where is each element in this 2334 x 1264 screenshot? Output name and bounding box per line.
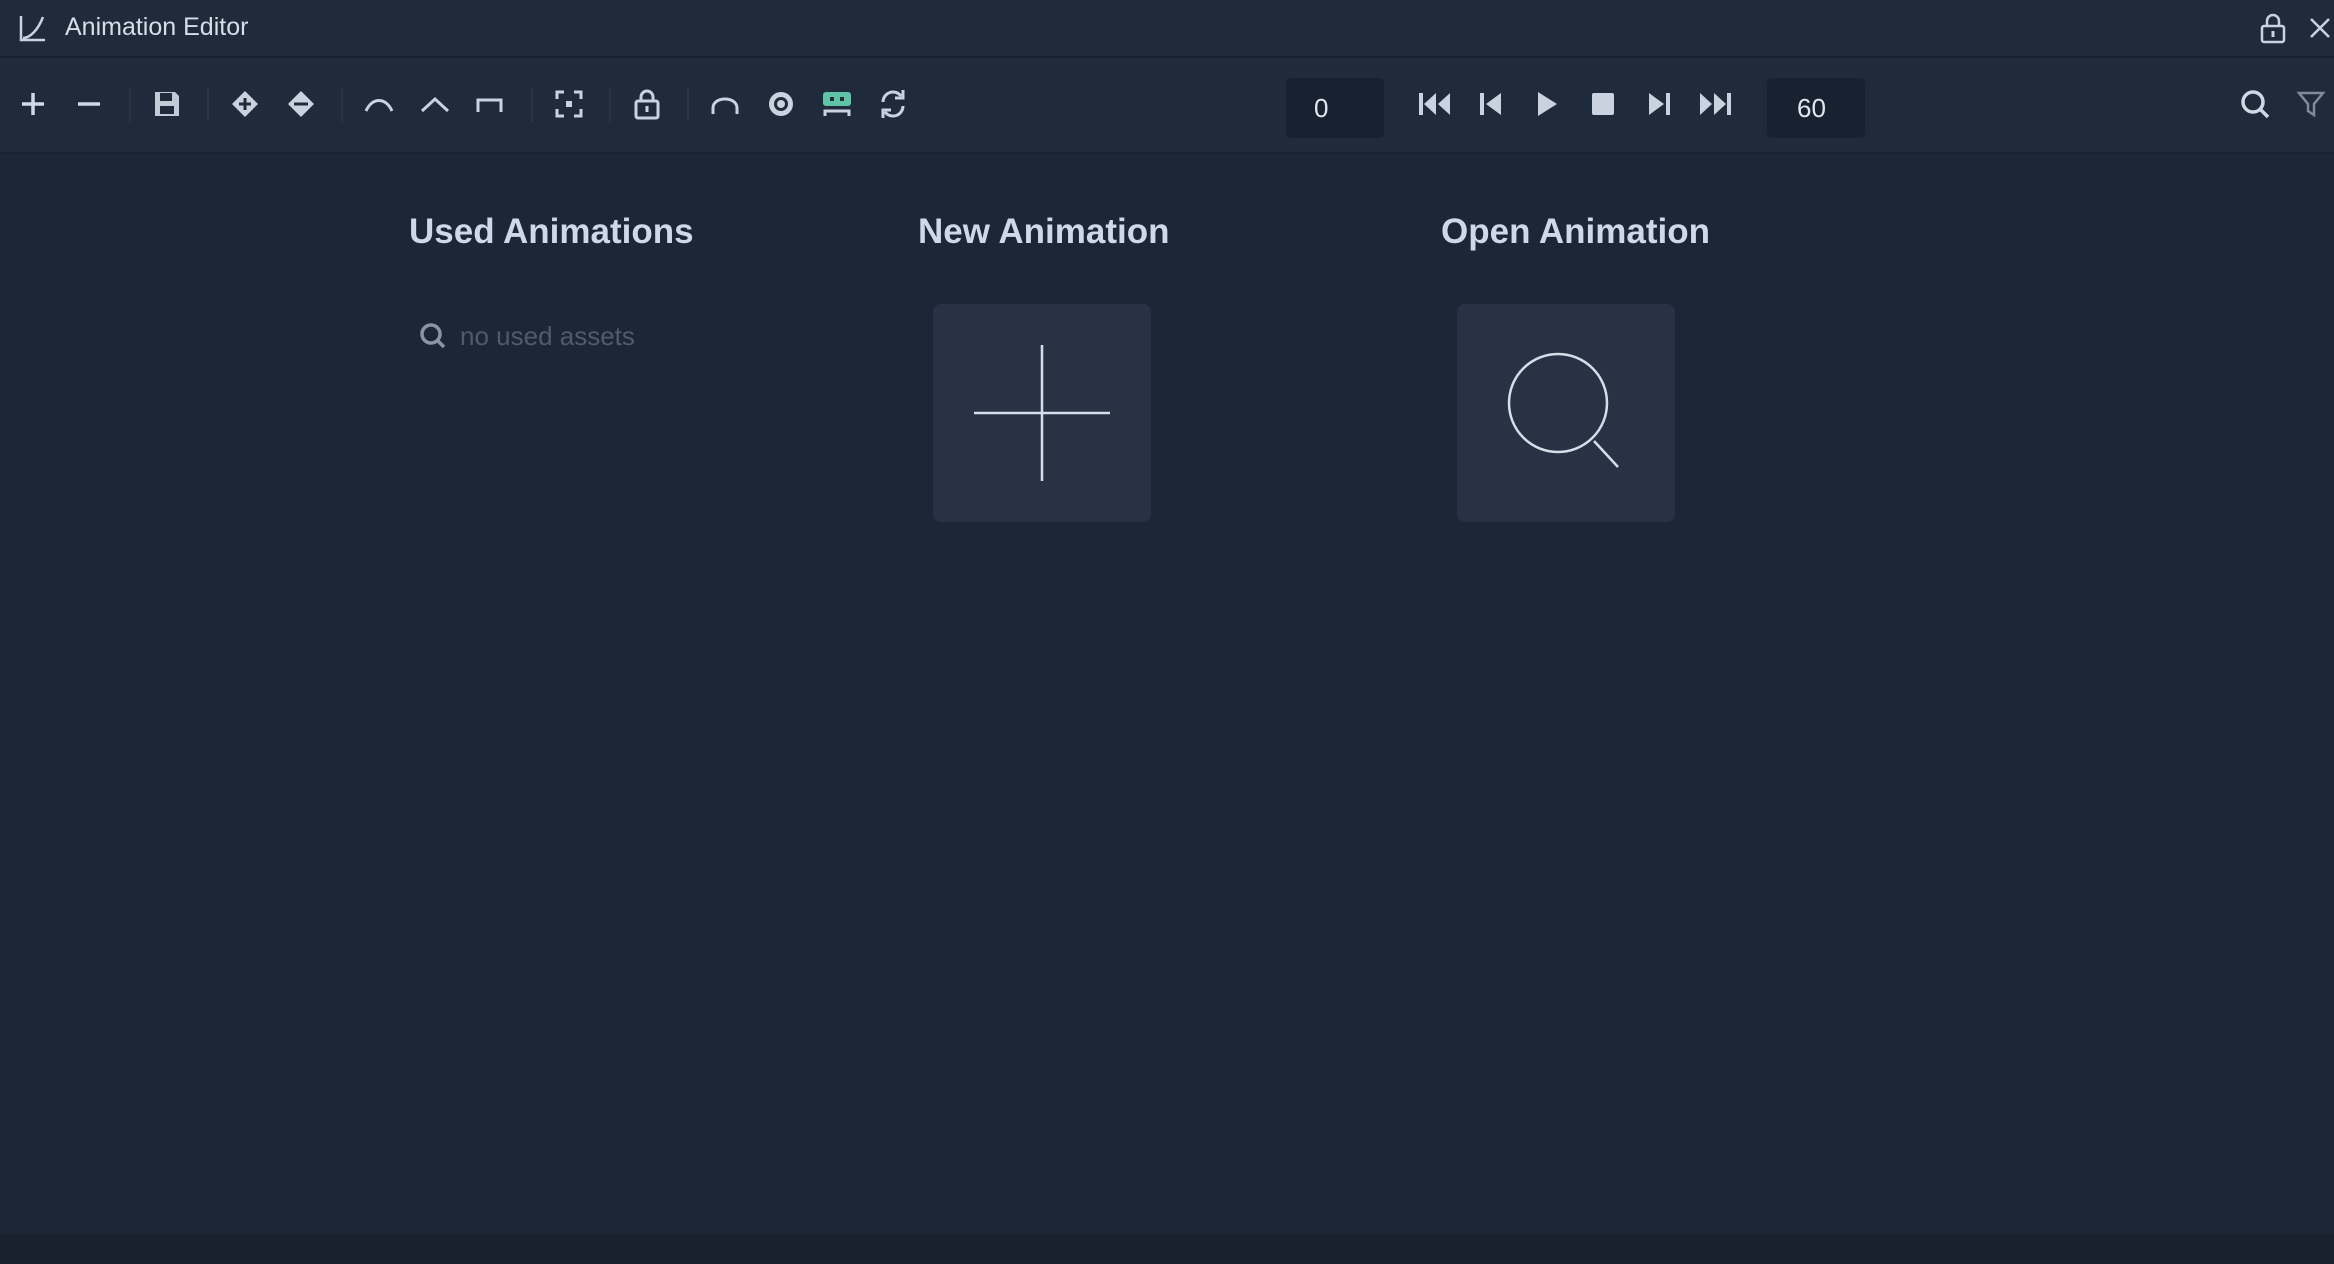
last-frame-button[interactable]: [1693, 82, 1737, 126]
first-frame-button[interactable]: [1413, 82, 1457, 126]
curve-edit-button[interactable]: [703, 82, 747, 126]
lock-icon[interactable]: [2258, 12, 2288, 44]
loop-icon: [881, 90, 905, 118]
preview-robot-button[interactable]: [815, 82, 859, 126]
toolbar-separator: [207, 88, 209, 122]
frame-selection-icon: [555, 90, 583, 118]
lock-icon: [634, 89, 660, 120]
open-animation-title: Open Animation: [1441, 212, 1710, 251]
search-icon: [2241, 90, 2270, 119]
new-animation-button[interactable]: [933, 304, 1151, 522]
close-icon[interactable]: [2308, 16, 2332, 40]
search-icon: [1507, 352, 1619, 468]
next-frame-button[interactable]: [1637, 82, 1681, 126]
title-bar: Animation Editor: [0, 0, 2334, 58]
play-icon: [1538, 92, 1557, 116]
window-title: Animation Editor: [65, 13, 249, 41]
current-frame-input[interactable]: 0: [1286, 78, 1384, 138]
stop-button[interactable]: [1581, 82, 1625, 126]
toolbar-separator: [687, 88, 689, 122]
lock-keys-button[interactable]: [625, 82, 669, 126]
plus-icon: [974, 345, 1110, 481]
last-frame-icon: [1700, 93, 1731, 115]
used-animations-title: Used Animations: [409, 212, 694, 251]
curve-edit-icon: [711, 97, 739, 114]
loop-button[interactable]: [871, 82, 915, 126]
toolbar-separator: [531, 88, 533, 122]
toolbar-separator: [129, 88, 131, 122]
remove-keyframe-icon: [288, 91, 314, 117]
animation-curve-icon: [19, 16, 45, 42]
stop-icon: [1592, 93, 1614, 115]
end-frame-input[interactable]: 60: [1767, 78, 1865, 138]
filter-button[interactable]: [2289, 82, 2333, 126]
toolbar: 0 60: [0, 58, 2334, 154]
filter-icon: [2296, 91, 2326, 118]
curve-linear-icon: [420, 96, 450, 113]
step-tangent-button[interactable]: [469, 82, 513, 126]
empty-state-text: no used assets: [460, 320, 635, 351]
new-animation-title: New Animation: [918, 212, 1170, 251]
add-keyframe-button[interactable]: [223, 82, 267, 126]
curve-step-icon: [476, 98, 503, 112]
previous-frame-icon: [1480, 93, 1501, 115]
toolbar-separator: [609, 88, 611, 122]
open-animation-button[interactable]: [1457, 304, 1675, 522]
first-frame-icon: [1419, 93, 1450, 115]
remove-button[interactable]: [67, 82, 111, 126]
previous-frame-button[interactable]: [1469, 82, 1513, 126]
used-animations-empty-state: no used assets: [418, 319, 635, 353]
status-bar: [0, 1234, 2334, 1264]
frame-selection-button[interactable]: [547, 82, 591, 126]
main-panel: Used Animations no used assets New Anima…: [0, 154, 2334, 1234]
toolbar-separator: [341, 88, 343, 122]
search-icon: [420, 323, 446, 349]
add-icon: [22, 93, 44, 115]
play-button[interactable]: [1525, 82, 1569, 126]
visibility-button[interactable]: [759, 82, 803, 126]
next-frame-icon: [1649, 93, 1670, 115]
remove-icon: [78, 102, 100, 106]
visibility-icon: [769, 92, 793, 116]
linear-tangent-button[interactable]: [413, 82, 457, 126]
animation-editor-window: Animation Editor 0 60 Used Animations no…: [0, 0, 2334, 1264]
remove-keyframe-button[interactable]: [279, 82, 323, 126]
add-button[interactable]: [11, 82, 55, 126]
robot-icon: [823, 92, 851, 116]
save-button[interactable]: [145, 82, 189, 126]
add-keyframe-icon: [232, 91, 258, 117]
save-icon: [155, 92, 179, 116]
search-button[interactable]: [2233, 82, 2277, 126]
smooth-tangent-button[interactable]: [357, 82, 401, 126]
curve-smooth-icon: [364, 99, 394, 112]
